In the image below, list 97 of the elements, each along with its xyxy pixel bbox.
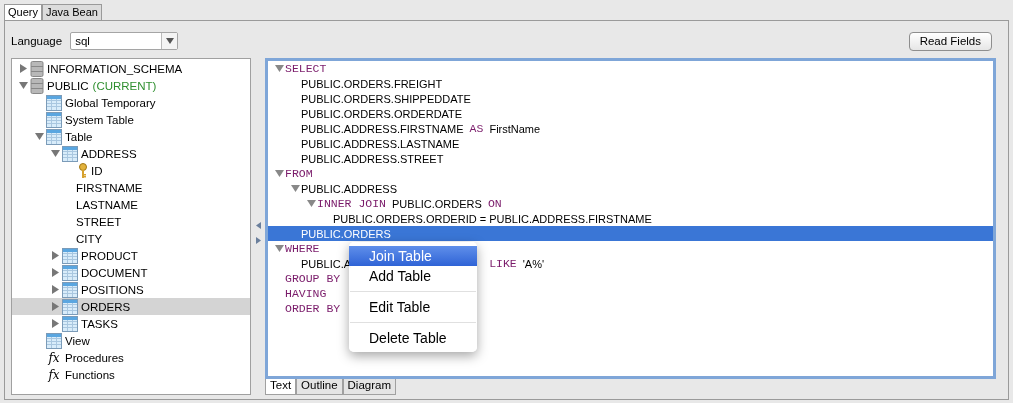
view-tab[interactable]: Outline (296, 379, 343, 395)
expand-arrow-icon[interactable] (18, 64, 28, 73)
tree-item[interactable]: View (12, 332, 250, 349)
tree-item-label: Functions (65, 368, 115, 381)
tree-item-label: INFORMATION_SCHEMA (47, 62, 183, 75)
menu-item[interactable]: Join Table (349, 246, 477, 266)
sql-keyword: FROM (285, 167, 313, 180)
tree-item[interactable]: fx Procedures (12, 349, 250, 366)
database-icon (30, 77, 44, 94)
menu-item[interactable]: Edit Table (349, 297, 477, 317)
tree-item[interactable]: TASKS (12, 315, 250, 332)
tab[interactable]: Java Bean (41, 4, 102, 20)
database-icon (30, 60, 44, 77)
tree-item-label: POSITIONS (81, 283, 144, 296)
tree-item-label: DOCUMENT (81, 266, 148, 279)
table-icon (46, 332, 62, 349)
sql-text: PUBLIC.ADDRESS.LASTNAME (301, 137, 460, 150)
view-tab[interactable]: Text (265, 379, 297, 395)
table-icon (62, 315, 78, 332)
tree-item[interactable]: STREET (12, 213, 250, 230)
sql-keyword: INNER JOIN (317, 197, 386, 210)
tree-item-label: LASTNAME (76, 198, 138, 211)
read-fields-button[interactable]: Read Fields (908, 31, 992, 51)
tree-item-label: CITY (76, 232, 103, 245)
tree-item-label: ADDRESS (81, 147, 137, 160)
sql-text: PUBLIC.ORDERS.ORDERDATE (301, 107, 463, 120)
tree-item[interactable]: FIRSTNAME (12, 179, 250, 196)
tree-item-label: STREET (76, 215, 122, 228)
table-icon (46, 128, 62, 145)
tree-item-label: FIRSTNAME (76, 181, 143, 194)
sql-keyword: ON (487, 197, 502, 210)
tree-item-label: ID (91, 164, 103, 177)
tree-item[interactable]: ADDRESS (12, 145, 250, 162)
tree-item[interactable]: Table (12, 128, 250, 145)
language-dropdown[interactable]: sql (70, 32, 179, 50)
tree-item[interactable]: PRODUCT (12, 247, 250, 264)
tab[interactable]: Query (4, 4, 42, 20)
tree-item[interactable]: POSITIONS (12, 281, 250, 298)
tree-item-label: View (65, 334, 90, 347)
sql-keyword: AS (469, 122, 484, 135)
tree-item-label: Procedures (65, 351, 124, 364)
tree-item[interactable]: ORDERS (12, 298, 250, 315)
sql-text: PUBLIC.ORDERS (392, 197, 482, 210)
tree-item-label: PRODUCT (81, 249, 138, 262)
table-icon (62, 281, 78, 298)
sql-keyword: GROUP BY (285, 272, 341, 285)
sql-text: PUBLIC.ADDRESS.FIRSTNAME (301, 122, 464, 135)
collapse-left-icon[interactable] (255, 221, 261, 229)
sql-text: PUBLIC.ORDERS.ORDERID = PUBLIC.ADDRESS.FIRSTNAME (333, 212, 652, 225)
table-icon (62, 145, 78, 162)
tree-item[interactable]: Global Temporary (12, 94, 250, 111)
language-label: Language (11, 35, 63, 47)
tree-item-label: TASKS (81, 317, 118, 330)
sql-text: 'A%' (522, 257, 545, 270)
menu-item[interactable]: Delete Table (349, 328, 477, 348)
view-tab[interactable]: Diagram (342, 379, 396, 395)
sql-text: PUBLIC.A (301, 257, 352, 270)
table-icon (62, 298, 78, 315)
tree-item-label: System Table (65, 113, 134, 126)
collapse-arrow-icon[interactable] (275, 244, 284, 253)
function-icon: fx (46, 367, 62, 382)
table-icon (46, 111, 62, 128)
tree-item-label: Global Temporary (65, 96, 156, 109)
sql-text: PUBLIC.ORDERS (301, 227, 391, 240)
sql-text: PUBLIC.ORDERS.SHIPPEDDATE (301, 92, 471, 105)
sql-keyword: ORDER BY (285, 302, 341, 315)
table-icon (62, 264, 78, 281)
tree-item[interactable]: LASTNAME (12, 196, 250, 213)
collapse-right-icon[interactable] (255, 236, 261, 244)
collapse-arrow-icon[interactable] (18, 81, 28, 90)
sql-text: FirstName (489, 122, 541, 135)
sql-keyword: HAVING (285, 287, 327, 300)
sql-text: PUBLIC.ORDERS.FREIGHT (301, 77, 443, 90)
table-icon (62, 247, 78, 264)
tree-item-label: PUBLIC (47, 79, 89, 92)
collapse-arrow-icon[interactable] (275, 64, 284, 73)
sql-keyword: WHERE (285, 242, 320, 255)
sql-keyword: SELECT (285, 62, 327, 75)
tree-item[interactable]: PUBLIC (CURRENT) (12, 77, 250, 94)
tree-item[interactable]: ID (12, 162, 250, 179)
dropdown-arrow-icon (165, 38, 174, 44)
tree-item-label: ORDERS (81, 300, 131, 313)
tree-item[interactable]: fx Functions (12, 366, 250, 383)
tree-item[interactable]: CITY (12, 230, 250, 247)
sql-text: PUBLIC.ADDRESS (301, 182, 397, 195)
tree-item[interactable]: System Table (12, 111, 250, 128)
key-icon (78, 162, 88, 179)
tree-item-label: Table (65, 130, 93, 143)
tree-item[interactable]: DOCUMENT (12, 264, 250, 281)
current-tag: (CURRENT) (92, 79, 157, 92)
sql-text: PUBLIC.ADDRESS.STREET (301, 152, 444, 165)
sql-keyword: LIKE (489, 257, 517, 270)
function-icon: fx (46, 350, 62, 365)
menu-item[interactable]: Add Table (349, 266, 477, 286)
tree-item[interactable]: INFORMATION_SCHEMA (12, 60, 250, 77)
table-icon (46, 94, 62, 111)
sql-editor[interactable] (265, 58, 996, 379)
